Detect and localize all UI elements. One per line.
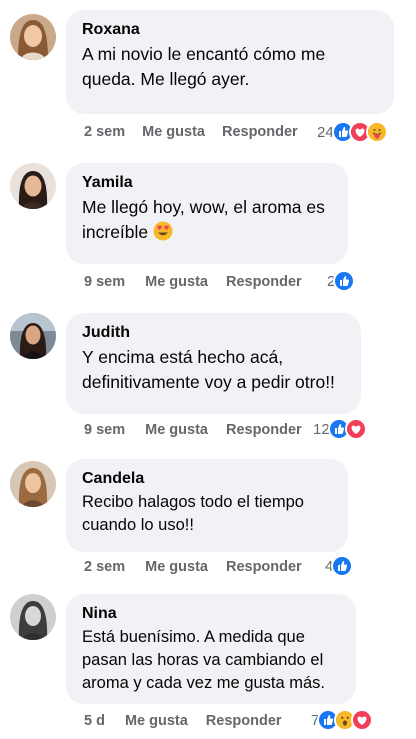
care-icon [365,121,388,143]
avatar[interactable] [10,163,56,209]
comment-text: Me llegó hoy, wow, el aroma es increíble [82,195,340,245]
reactions-summary[interactable]: 12 [313,417,367,441]
comment-timestamp[interactable]: 9 sem [84,422,125,438]
comment-text: A mi novio le encantó cómo me queda. Me … [82,44,326,89]
avatar[interactable] [10,594,56,640]
comment-timestamp[interactable]: 2 sem [84,559,125,575]
comment-actions: 9 sem Me gusta Responder [84,418,302,442]
reactions-summary[interactable]: 7 [311,708,374,732]
comment-bubble: Yamila Me llegó hoy, wow, el aroma es in… [66,163,348,264]
comment-author[interactable]: Judith [82,323,347,343]
reply-action-button[interactable]: Responder [226,422,302,438]
comment-text-body: Me llegó hoy, wow, el aroma es increíble [82,197,325,242]
like-icon [333,270,356,292]
avatar[interactable] [10,313,56,359]
like-action-button[interactable]: Me gusta [145,422,208,438]
comment-timestamp[interactable]: 2 sem [84,124,125,140]
comment-timestamp[interactable]: 5 d [84,713,105,729]
comment-author[interactable]: Roxana [82,20,380,40]
comment-actions: 9 sem Me gusta Responder [84,270,302,294]
heart-eyes-emoji-icon [153,221,173,241]
comment-actions: 2 sem Me gusta Responder [84,120,298,144]
reply-action-button[interactable]: Responder [206,713,282,729]
avatar[interactable] [10,461,56,507]
reactions-summary[interactable]: 2 [327,269,356,293]
reply-action-button[interactable]: Responder [222,124,298,140]
reply-action-button[interactable]: Responder [226,274,302,290]
comment-text: Recibo halagos todo el tiempo cuando lo … [82,493,304,534]
like-icon [331,555,354,577]
comment-actions: 2 sem Me gusta Responder [84,555,302,579]
comment-bubble: Nina Está buenísimo. A medida que pasan … [66,594,356,704]
comment-author[interactable]: Nina [82,604,342,624]
comment-bubble: Judith Y encima está hecho acá, definiti… [66,313,361,414]
like-action-button[interactable]: Me gusta [145,274,208,290]
comment-text: Está buenísimo. A medida que pasan las h… [82,628,326,692]
love-icon [344,418,367,440]
comment-text: Y encima está hecho acá, definitivamente… [82,347,335,392]
love-icon [351,709,374,731]
reply-action-button[interactable]: Responder [226,559,302,575]
like-action-button[interactable]: Me gusta [125,713,188,729]
reactions-summary[interactable]: 24 [317,120,388,144]
comment-author[interactable]: Yamila [82,173,334,193]
like-action-button[interactable]: Me gusta [145,559,208,575]
avatar[interactable] [10,14,56,60]
comment-timestamp[interactable]: 9 sem [84,274,125,290]
comment-actions: 5 d Me gusta Responder [84,709,282,733]
comment-author[interactable]: Candela [82,469,334,489]
comment-bubble: Candela Recibo halagos todo el tiempo cu… [66,459,348,552]
comment-bubble: Roxana A mi novio le encantó cómo me que… [66,10,394,114]
reactions-summary[interactable]: 4 [325,554,354,578]
like-action-button[interactable]: Me gusta [142,124,205,140]
